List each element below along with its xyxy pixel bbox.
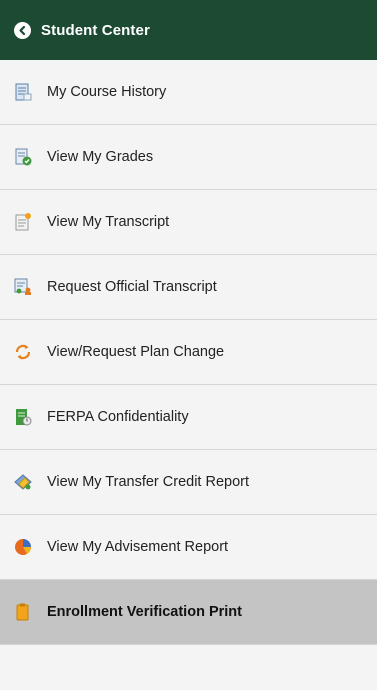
request-transcript-icon [12,276,34,298]
menu-item-transfer-credit[interactable]: View My Transfer Credit Report [0,450,377,515]
menu-item-label: My Course History [47,84,167,100]
menu-item-label: FERPA Confidentiality [47,409,189,425]
menu-item-label: Enrollment Verification Print [47,604,242,620]
circle-chevron-left-icon[interactable] [14,21,31,39]
ferpa-icon [12,406,34,428]
advisement-report-icon [12,536,34,558]
menu-item-request-transcript[interactable]: Request Official Transcript [0,255,377,320]
menu-item-label: View My Advisement Report [47,539,229,555]
menu-item-transcript[interactable]: View My Transcript [0,190,377,255]
grades-icon [12,146,34,168]
menu-item-course-history[interactable]: My Course History [0,60,377,125]
menu-item-ferpa[interactable]: FERPA Confidentiality [0,385,377,450]
menu-item-label: View My Transcript [47,214,170,230]
plan-change-icon [12,341,34,363]
sidebar-header: Student Center [0,0,377,60]
menu-item-plan-change[interactable]: View/Request Plan Change [0,320,377,385]
transfer-credit-icon [12,471,34,493]
transcript-icon [12,211,34,233]
sidebar-title: Student Center [41,21,150,39]
student-center-sidebar: Student Center My Course History View My… [0,0,377,690]
menu-item-grades[interactable]: View My Grades [0,125,377,190]
menu-item-label: View/Request Plan Change [47,344,225,360]
menu-item-label: Request Official Transcript [47,279,217,295]
enrollment-verification-icon [12,601,34,623]
menu-item-enrollment-verification[interactable]: Enrollment Verification Print [0,580,377,645]
menu-item-label: View My Transfer Credit Report [47,474,249,490]
sidebar-empty-area [0,645,377,690]
menu-item-label: View My Grades [47,149,154,165]
sidebar-menu: My Course History View My Grades View My… [0,60,377,645]
menu-item-advisement-report[interactable]: View My Advisement Report [0,515,377,580]
course-history-icon [12,81,34,103]
